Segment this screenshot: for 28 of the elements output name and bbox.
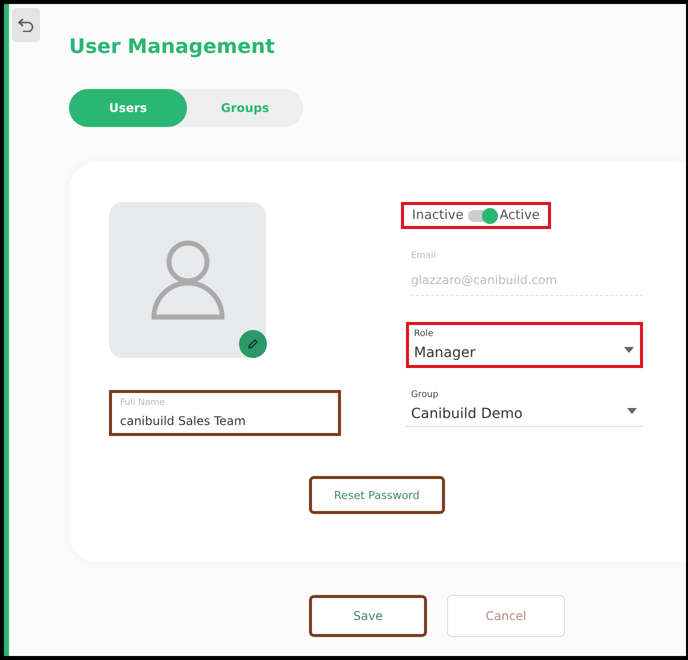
caret-icon bbox=[624, 347, 634, 353]
group-dropdown[interactable]: Group Canibuild Demo bbox=[406, 386, 643, 427]
field-value: glazzaro@canibuild.com bbox=[411, 273, 558, 287]
page-title: User Management bbox=[69, 34, 276, 58]
toggle-label: Active bbox=[500, 208, 540, 223]
field-label: Email bbox=[411, 251, 437, 261]
undo-icon bbox=[18, 18, 34, 32]
tab[interactable]: Users bbox=[69, 89, 187, 127]
save-button[interactable]: Save bbox=[309, 595, 427, 637]
caret-icon bbox=[627, 408, 637, 414]
field-label: Full Name bbox=[120, 398, 166, 408]
field-value: Manager bbox=[414, 345, 476, 361]
toggle-switch[interactable] bbox=[468, 210, 496, 222]
field-label: Role bbox=[414, 329, 434, 339]
toggle-label: Inactive bbox=[412, 208, 464, 223]
role-dropdown[interactable]: Role Manager bbox=[406, 322, 643, 368]
back-button[interactable] bbox=[12, 8, 40, 42]
pencil-icon bbox=[247, 338, 259, 350]
tab[interactable]: Groups bbox=[187, 89, 303, 127]
field-value: canibuild Sales Team bbox=[120, 414, 247, 428]
field-value: Canibuild Demo bbox=[411, 406, 523, 422]
full-name-field[interactable]: Full Name canibuild Sales Team bbox=[109, 390, 341, 436]
person-icon bbox=[150, 240, 224, 320]
reset-password-button[interactable]: Reset Password bbox=[309, 476, 445, 514]
edit-photo-button[interactable] bbox=[239, 330, 267, 358]
status-toggle[interactable]: Inactive Active bbox=[401, 202, 551, 229]
field-label: Group bbox=[411, 390, 440, 400]
cancel-button[interactable]: Cancel bbox=[447, 595, 565, 637]
